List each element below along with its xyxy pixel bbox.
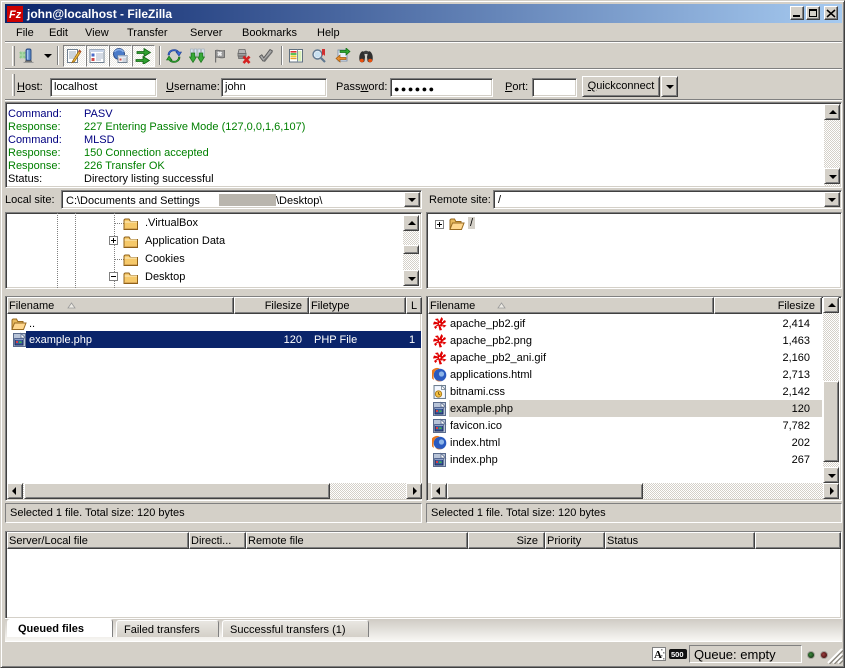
svg-text:500: 500 — [671, 650, 684, 659]
svg-text:A: A — [654, 649, 662, 661]
svg-text:Fz: Fz — [9, 9, 22, 21]
